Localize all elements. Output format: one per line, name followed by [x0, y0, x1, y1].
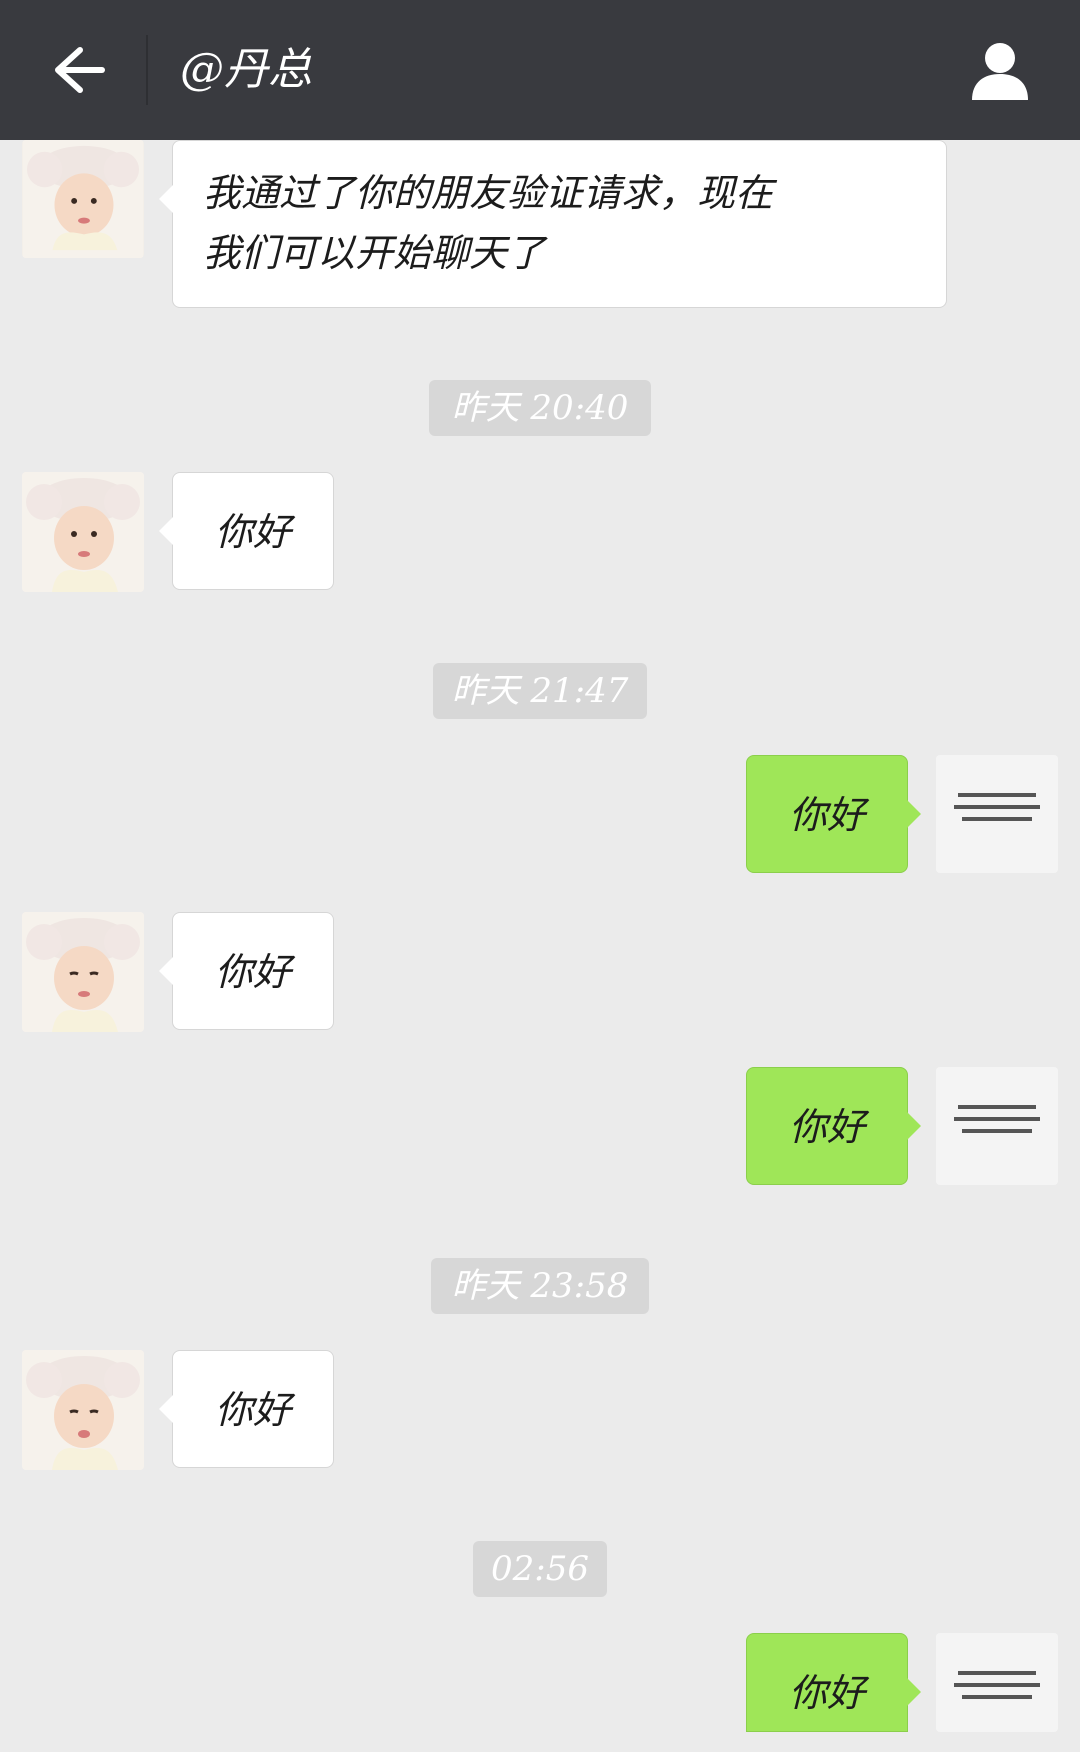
avatar[interactable] — [22, 1350, 144, 1470]
back-button[interactable] — [40, 30, 120, 110]
avatar[interactable] — [22, 912, 144, 1032]
chat-header: @丹总 — [0, 0, 1080, 140]
person-icon — [972, 43, 1028, 100]
avatar-photo — [22, 912, 144, 1032]
message-text: 你好 — [214, 510, 291, 554]
message-bubble-outgoing[interactable]: 你好 — [746, 1633, 921, 1732]
message-bubble-incoming[interactable]: 你好 — [159, 1350, 334, 1468]
message-bubble-incoming[interactable]: 我通过了你的朋友验证请求，现在 我们可以开始聊天了 — [159, 140, 947, 308]
message-bubble-outgoing[interactable]: 你好 — [746, 755, 921, 873]
message-text: 你好 — [788, 1105, 865, 1149]
avatar-photo — [22, 472, 144, 592]
avatar[interactable] — [22, 140, 144, 258]
message-text: 你好 — [788, 1671, 865, 1715]
chat-title: @丹总 — [180, 44, 312, 95]
arrow-left-icon — [55, 47, 105, 93]
timestamp: 昨天 23:58 — [431, 1258, 649, 1314]
message-bubble-incoming[interactable]: 你好 — [159, 912, 334, 1030]
timestamp: 02:56 — [473, 1541, 607, 1597]
message-text: 你好 — [214, 1388, 291, 1432]
timestamp: 昨天 21:47 — [433, 663, 647, 719]
message-text: 我们可以开始聊天了 — [203, 231, 546, 275]
timestamp: 昨天 20:40 — [429, 380, 651, 436]
avatar-photo — [23, 140, 143, 258]
self-avatar[interactable] — [936, 1067, 1058, 1185]
self-avatar[interactable] — [936, 755, 1058, 873]
message-bubble-outgoing[interactable]: 你好 — [746, 1067, 921, 1185]
message-text: 你好 — [214, 950, 291, 994]
avatar-photo — [22, 1350, 144, 1470]
self-avatar-image — [936, 1633, 1058, 1732]
self-avatar[interactable] — [936, 1633, 1058, 1732]
header-divider — [146, 35, 148, 105]
message-text: 你好 — [788, 793, 865, 837]
message-text: 我通过了你的朋友验证请求，现在 — [203, 171, 774, 215]
self-avatar-image — [936, 755, 1058, 873]
message-bubble-incoming[interactable]: 你好 — [159, 472, 334, 590]
profile-button[interactable] — [960, 30, 1040, 110]
self-avatar-image — [936, 1067, 1058, 1185]
avatar[interactable] — [22, 472, 144, 592]
